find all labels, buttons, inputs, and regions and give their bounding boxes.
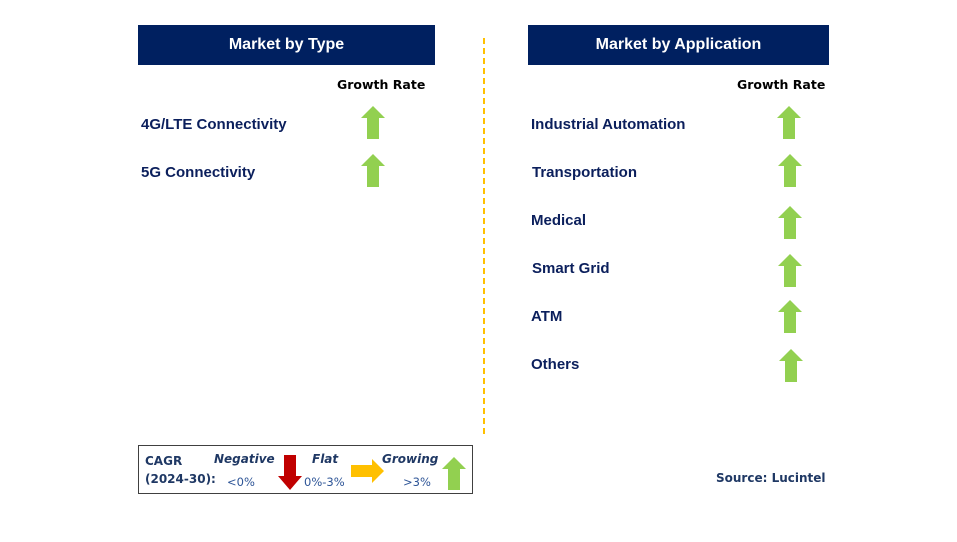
application-item-label: ATM (531, 308, 563, 325)
panel-divider (483, 38, 485, 434)
legend-negative-range: <0% (227, 475, 255, 489)
growing-arrow-up-icon (778, 206, 802, 239)
growing-arrow-up-icon (361, 154, 385, 187)
arrow-up-icon (442, 457, 466, 490)
application-item-label: Others (531, 356, 580, 373)
legend-flat-label: Flat (312, 452, 339, 466)
arrow-down-icon (278, 455, 302, 490)
legend-flat-range: 0%-3% (304, 475, 345, 489)
legend-growing-range: >3% (403, 475, 431, 489)
application-item-label: Transportation (532, 164, 638, 181)
type-item-label: 5G Connectivity (141, 164, 256, 181)
type-growth-rate-label: Growth Rate (337, 77, 426, 92)
application-growth-rate-label: Growth Rate (737, 77, 826, 92)
arrow-right-icon (351, 459, 384, 483)
growing-arrow-up-icon (779, 349, 803, 382)
growing-arrow-up-icon (778, 154, 802, 187)
market-by-type-header: Market by Type (138, 25, 435, 65)
growing-arrow-up-icon (778, 300, 802, 333)
type-item-label: 4G/LTE Connectivity (141, 116, 287, 133)
legend-period-label: (2024-30): (145, 472, 216, 486)
application-item-label: Medical (531, 212, 587, 229)
legend-negative-label: Negative (214, 452, 275, 466)
growing-arrow-up-icon (361, 106, 385, 139)
cagr-legend: CAGR (2024-30): Negative <0% Flat 0%-3% … (138, 445, 473, 494)
market-by-application-header: Market by Application (528, 25, 829, 65)
legend-growing-label: Growing (382, 452, 439, 466)
growing-arrow-up-icon (777, 106, 801, 139)
legend-cagr-label: CAGR (145, 454, 183, 468)
growing-arrow-up-icon (778, 254, 802, 287)
application-item-label: Smart Grid (532, 260, 610, 277)
application-item-label: Industrial Automation (531, 116, 686, 133)
source-label: Source: Lucintel (716, 471, 826, 485)
